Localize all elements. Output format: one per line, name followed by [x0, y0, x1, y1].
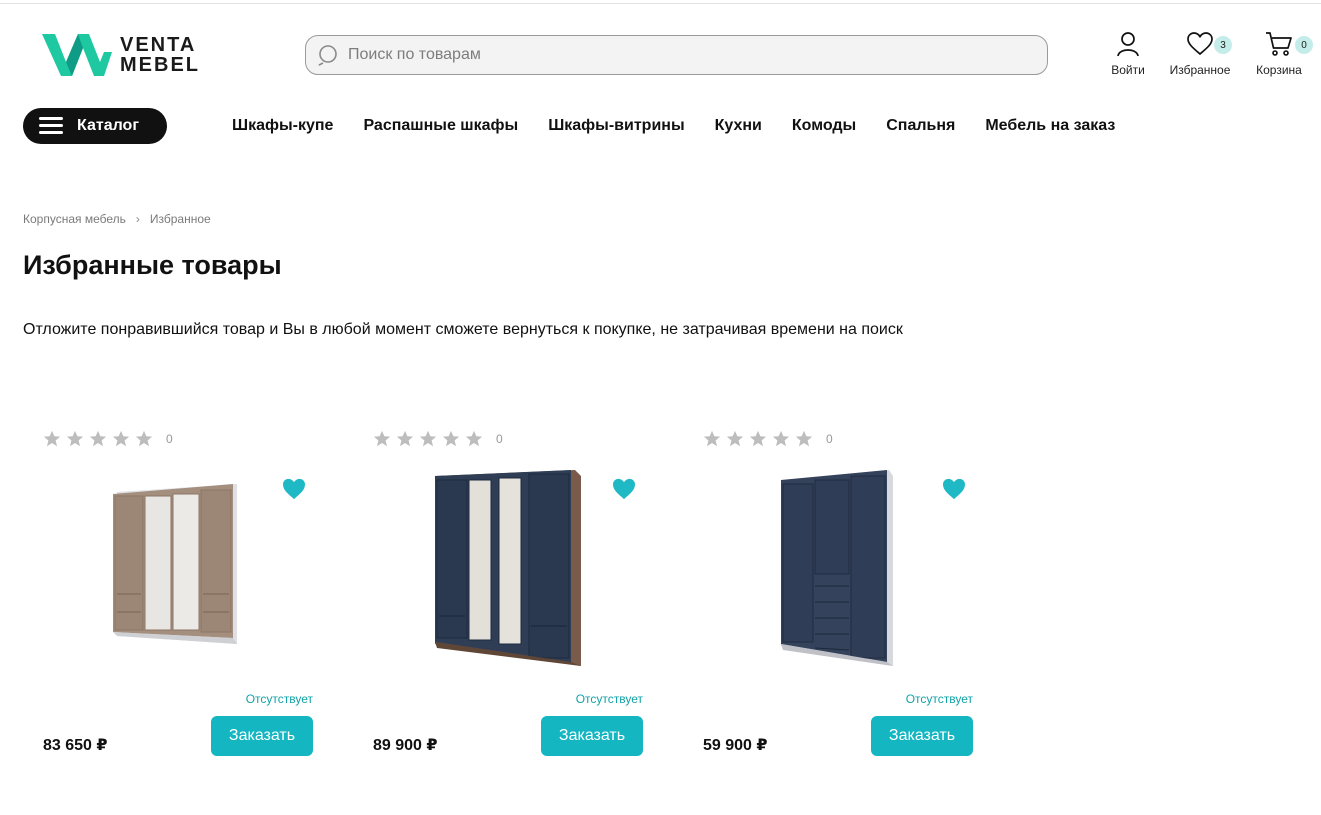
product-price: 83 650 ₽ [43, 737, 108, 754]
star-icon [89, 430, 107, 447]
rating-count: 0 [826, 432, 833, 446]
star-icon [373, 430, 391, 447]
rating-count: 0 [496, 432, 503, 446]
catalog-button[interactable]: Каталог [23, 108, 167, 144]
heart-filled-icon[interactable] [612, 478, 636, 500]
star-icon [442, 430, 460, 447]
order-button[interactable]: Заказать [871, 716, 973, 756]
breadcrumb: Корпусная мебель › Избранное [23, 212, 211, 226]
star-icon [135, 430, 153, 447]
product-price: 59 900 ₽ [703, 737, 768, 754]
rating-stars: 0 [373, 430, 503, 448]
availability-status: Отсутствует [575, 692, 643, 706]
nav-item-hinged-wardrobes[interactable]: Распашные шкафы [363, 117, 518, 135]
star-icon [112, 430, 130, 447]
order-button[interactable]: Заказать [541, 716, 643, 756]
star-icon [749, 430, 767, 447]
nav-item-bedroom[interactable]: Спальня [886, 117, 955, 135]
availability-status: Отсутствует [245, 692, 313, 706]
logo-text: VENTA MEBEL [120, 35, 200, 75]
heart-outline-icon [1187, 32, 1213, 56]
star-icon [419, 430, 437, 447]
availability-status: Отсутствует [905, 692, 973, 706]
rating-stars: 0 [43, 430, 173, 448]
nav-item-wardrobes-coupe[interactable]: Шкафы-купе [232, 117, 333, 135]
favorites-button[interactable]: Избранное 3 [1165, 31, 1235, 77]
logo-line-1: VENTA [120, 34, 197, 56]
breadcrumb-item-home[interactable]: Корпусная мебель [23, 212, 126, 226]
product-price: 89 900 ₽ [373, 737, 438, 754]
product-image-wardrobe[interactable] [413, 466, 588, 666]
catalog-label: Каталог [77, 117, 139, 134]
favorites-count-badge: 3 [1214, 36, 1232, 54]
search-input[interactable] [348, 46, 1028, 64]
product-card: 0 Отсутствует 83 650 ₽ Заказать [23, 430, 313, 770]
menu-icon [39, 117, 63, 135]
favorites-label: Избранное [1169, 63, 1231, 77]
rating-count: 0 [166, 432, 173, 446]
top-divider [0, 3, 1321, 4]
nav-item-dressers[interactable]: Комоды [792, 117, 856, 135]
cart-icon [1266, 32, 1292, 56]
nav-item-custom-furniture[interactable]: Мебель на заказ [985, 117, 1115, 135]
star-icon [396, 430, 414, 447]
product-image-wardrobe[interactable] [83, 466, 258, 666]
login-label: Войти [1111, 63, 1145, 77]
heart-filled-icon[interactable] [942, 478, 966, 500]
main-nav: Шкафы-купе Распашные шкафы Шкафы-витрины… [232, 117, 1145, 135]
rating-stars: 0 [703, 430, 833, 448]
breadcrumb-item-current: Избранное [149, 212, 211, 226]
logo-mark-icon [42, 34, 112, 76]
logo[interactable]: VENTA MEBEL [42, 34, 200, 76]
page-title: Избранные товары [23, 250, 282, 280]
page-intro: Отложите понравившийся товар и Вы в любо… [23, 321, 903, 338]
login-button[interactable]: Войти [1106, 31, 1150, 77]
user-icon [1117, 32, 1139, 57]
star-icon [465, 430, 483, 447]
product-card: 0 Отсутствует 59 900 ₽ Заказать [683, 430, 973, 770]
breadcrumb-separator: › [135, 212, 140, 226]
star-icon [795, 430, 813, 447]
cart-label: Корзина [1256, 63, 1302, 77]
star-icon [43, 430, 61, 447]
star-icon [726, 430, 744, 447]
cart-count-badge: 0 [1295, 36, 1313, 54]
nav-item-display-cabinets[interactable]: Шкафы-витрины [548, 117, 684, 135]
star-icon [703, 430, 721, 447]
search-icon [318, 45, 337, 66]
product-image-wardrobe[interactable] [743, 466, 918, 666]
heart-filled-icon[interactable] [282, 478, 306, 500]
cart-button[interactable]: Корзина 0 [1250, 31, 1313, 77]
search-bar[interactable] [305, 35, 1048, 75]
logo-line-2: MEBEL [120, 54, 200, 76]
nav-item-kitchens[interactable]: Кухни [715, 117, 762, 135]
order-button[interactable]: Заказать [211, 716, 313, 756]
star-icon [772, 430, 790, 447]
product-card: 0 Отсутствует 89 900 ₽ Заказать [353, 430, 643, 770]
star-icon [66, 430, 84, 447]
